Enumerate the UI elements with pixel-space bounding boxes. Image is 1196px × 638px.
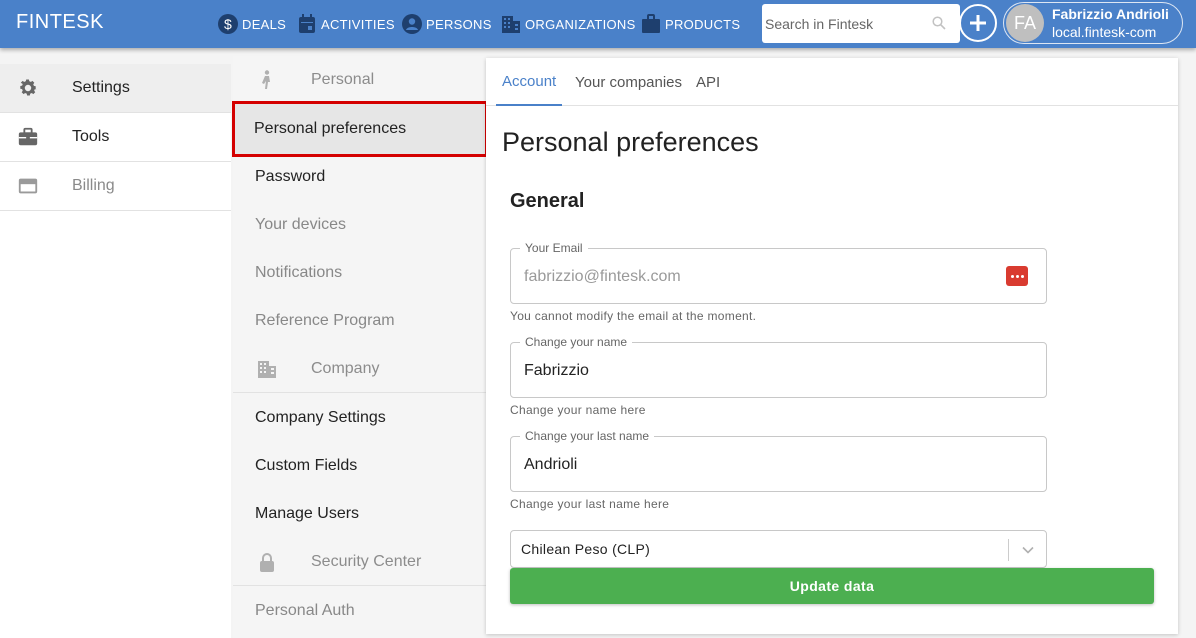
nav-products[interactable]: PRODUCTS: [641, 12, 740, 36]
chevron-down-icon: [1022, 546, 1034, 554]
submenu-item-manage-users[interactable]: Manage Users: [233, 490, 486, 538]
submenu-header-security: Security Center: [233, 538, 486, 586]
submenu-item-password[interactable]: Password: [233, 153, 486, 201]
briefcase-icon: [642, 14, 660, 33]
brand-logo[interactable]: FINTESK: [16, 11, 104, 34]
tab-api[interactable]: API: [696, 58, 720, 106]
submenu-header-label: Security Center: [311, 552, 422, 570]
user-info: Fabrizzio Andrioli local.fintesk-com: [1052, 5, 1169, 41]
preferences-card: Account Your companies API Personal pref…: [486, 58, 1178, 634]
first-name-field-label: Change your name: [520, 335, 633, 349]
lock-icon: [260, 552, 274, 572]
first-name-field: Change your name: [510, 335, 1047, 398]
last-name-input[interactable]: [524, 454, 994, 476]
building-icon: [502, 16, 520, 33]
submenu-header-label: Personal: [311, 70, 375, 88]
person-icon: [402, 14, 422, 34]
search-input[interactable]: [762, 4, 922, 43]
page-title: Personal preferences: [502, 127, 759, 157]
toolbox-icon: [18, 127, 38, 146]
sidebar-item-label: Billing: [72, 177, 115, 194]
sidebar-item-label: Settings: [72, 79, 130, 96]
email-helper-text: You cannot modify the email at the momen…: [510, 309, 757, 323]
top-bar: FINTESK $ DEALS ACTIVITIES PERSONS ORGAN…: [0, 0, 1196, 48]
select-divider: [1008, 539, 1009, 561]
sidebar-item-settings[interactable]: Settings: [0, 64, 231, 113]
submenu-item-company-settings[interactable]: Company Settings: [233, 394, 486, 442]
update-data-button[interactable]: Update data: [510, 568, 1154, 604]
submenu-item-notifications[interactable]: Notifications: [233, 249, 486, 297]
nav-deals-label: DEALS: [242, 16, 287, 32]
person-walking-icon: [262, 69, 270, 89]
section-title-general: General: [510, 190, 585, 212]
building-icon: [258, 360, 276, 378]
sidebar: Settings Tools Billing: [0, 64, 231, 638]
submenu-item-your-devices[interactable]: Your devices: [233, 201, 486, 249]
user-domain: local.fintesk-com: [1052, 24, 1157, 40]
nav-activities[interactable]: ACTIVITIES: [297, 12, 395, 36]
nav-persons-label: PERSONS: [426, 16, 492, 32]
password-manager-icon[interactable]: [1006, 266, 1028, 286]
submenu-header-personal: Personal: [233, 56, 486, 104]
add-button[interactable]: [959, 4, 997, 42]
settings-submenu: Personal Personal preferences Password Y…: [232, 56, 488, 638]
tab-your-companies[interactable]: Your companies: [575, 58, 682, 106]
sidebar-item-tools[interactable]: Tools: [0, 113, 231, 162]
nav-persons[interactable]: PERSONS: [402, 12, 492, 36]
nav-deals[interactable]: $ DEALS: [218, 12, 286, 36]
avatar: FA: [1006, 4, 1044, 42]
last-name-helper-text: Change your last name here: [510, 497, 670, 511]
last-name-field-label: Change your last name: [520, 429, 655, 443]
nav-products-label: PRODUCTS: [665, 16, 741, 32]
gear-icon: [20, 79, 37, 96]
email-field-label: Your Email: [520, 241, 588, 255]
submenu-item-reference-program[interactable]: Reference Program: [233, 297, 486, 345]
currency-select-value: Chilean Peso (CLP): [521, 541, 651, 557]
calendar-icon: [299, 14, 315, 33]
user-name: Fabrizzio Andrioli: [1052, 6, 1169, 22]
submenu-item-personal-auth[interactable]: Personal Auth: [233, 587, 486, 635]
first-name-helper-text: Change your name here: [510, 403, 646, 417]
search-box: [762, 4, 960, 43]
submenu-header-company: Company: [233, 345, 486, 393]
sidebar-item-label: Tools: [72, 128, 110, 145]
nav-organizations[interactable]: ORGANIZATIONS: [501, 12, 636, 36]
email-field: Your Email: [510, 241, 1047, 304]
submenu-header-label: Company: [311, 359, 380, 377]
currency-select[interactable]: Chilean Peso (CLP): [510, 530, 1047, 568]
credit-card-icon: [18, 178, 38, 194]
user-menu[interactable]: FA Fabrizzio Andrioli local.fintesk-com: [1003, 2, 1183, 44]
search-icon[interactable]: [932, 16, 946, 30]
plus-icon: [970, 15, 986, 31]
sidebar-item-billing[interactable]: Billing: [0, 162, 231, 211]
submenu-item-personal-preferences[interactable]: Personal preferences: [232, 101, 488, 157]
nav-activities-label: ACTIVITIES: [321, 16, 395, 32]
dollar-icon: $: [218, 14, 238, 34]
tab-bar: Account Your companies API: [486, 58, 1178, 106]
submenu-item-custom-fields[interactable]: Custom Fields: [233, 442, 486, 490]
tab-account[interactable]: Account: [496, 58, 563, 106]
last-name-field: Change your last name: [510, 429, 1047, 492]
email-input: [524, 266, 994, 288]
nav-organizations-label: ORGANIZATIONS: [525, 16, 636, 32]
svg-text:$: $: [224, 16, 232, 32]
first-name-input[interactable]: [524, 360, 994, 382]
